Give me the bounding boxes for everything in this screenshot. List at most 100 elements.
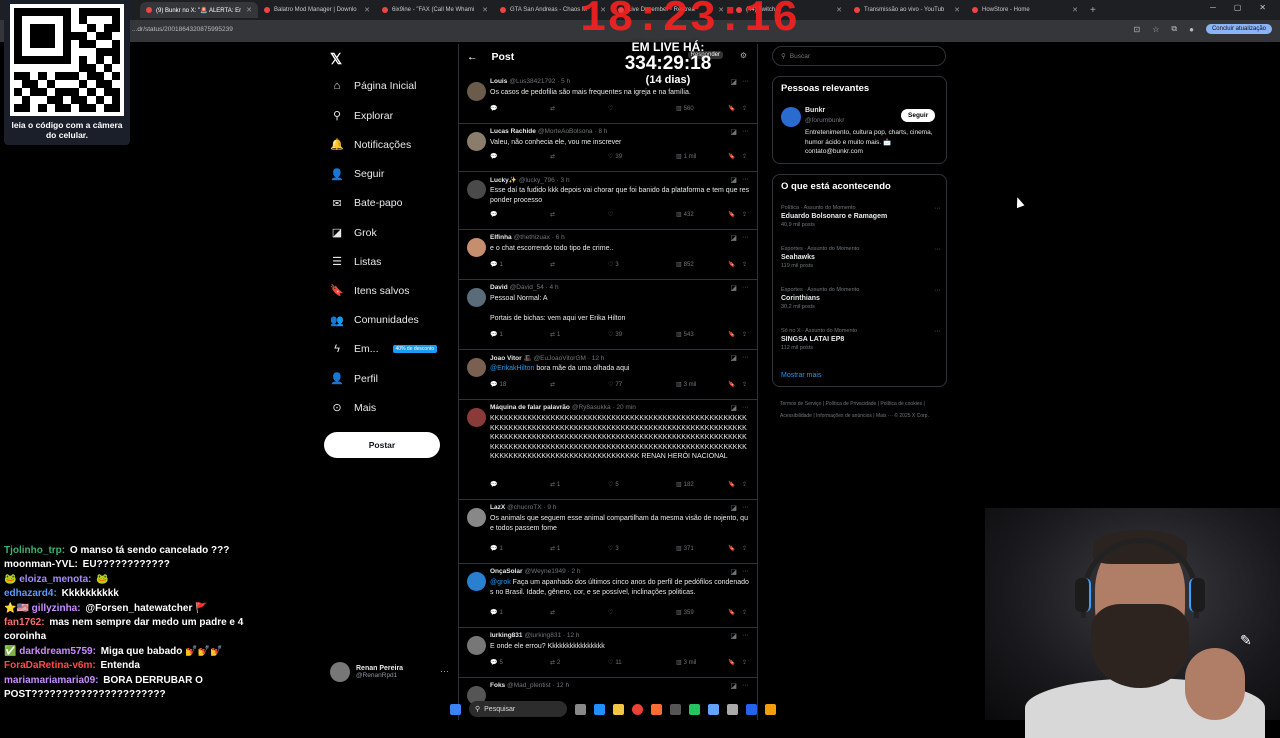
mention-link[interactable]: @ErikakHilton (490, 365, 534, 372)
reply-action[interactable]: 💬 1 (490, 609, 503, 617)
avatar[interactable] (467, 358, 486, 377)
folder-icon[interactable] (613, 703, 624, 715)
tweet-author[interactable]: Máquina de falar palavrão (490, 404, 570, 411)
like-action[interactable]: ♡ 77 (608, 381, 622, 389)
grok-icon[interactable]: ◪ (730, 682, 737, 690)
views-action[interactable]: ▥ 1 mil (676, 153, 696, 161)
x-logo-icon[interactable]: 𝕏 (330, 50, 342, 68)
account-switcher[interactable]: Renan Pereira @RenanRpd1 ··· (330, 662, 449, 682)
avatar[interactable] (467, 288, 486, 307)
url-field[interactable]: ...dr/status/2001864320875995239 (132, 26, 233, 33)
more-dots-icon[interactable]: ··· (934, 328, 941, 335)
sidebar-item[interactable]: ⌂ Página Inicial (330, 80, 417, 92)
sidebar-item[interactable]: ◪ Grok (330, 226, 377, 240)
relevant-name[interactable]: Bunkr (805, 107, 825, 114)
tweet-author[interactable]: Joao Vitor 🎩 (490, 355, 532, 362)
views-action[interactable]: ▥ 560 (676, 105, 694, 113)
reply-action[interactable]: 💬 18 (490, 381, 506, 389)
bookmark-icon[interactable]: 🔖 (728, 211, 735, 218)
sidebar-item[interactable]: ϟ Em... 40% de desconto (330, 343, 438, 355)
extensions-icon[interactable]: ⧉ (1171, 24, 1177, 34)
like-action[interactable]: ♡ (608, 105, 615, 112)
retweet-action[interactable]: ⇄ 2 (550, 659, 560, 667)
reply-action[interactable]: 💬 (490, 153, 499, 160)
avatar[interactable] (781, 107, 801, 127)
trend-item[interactable]: Política · Assunto do Momento Eduardo Bol… (781, 205, 941, 228)
grok-icon[interactable]: ◪ (730, 128, 737, 136)
more-dots-icon[interactable]: ··· (742, 632, 749, 639)
more-dots-icon[interactable]: ··· (742, 284, 749, 291)
play-icon[interactable] (689, 703, 700, 715)
profile-avatar-icon[interactable]: ● (1189, 25, 1194, 34)
views-action[interactable]: ▥ 182 (676, 481, 694, 489)
avatar[interactable] (467, 508, 486, 527)
tweet[interactable]: OnçaSolar @Weyne1949 · 2 h ◪ ··· @grok Faça … (459, 564, 757, 628)
sidebar-item[interactable]: ⚲ Explorar (330, 109, 393, 123)
reply-action[interactable]: 💬 (490, 211, 499, 218)
avatar[interactable] (467, 408, 486, 427)
share-icon[interactable]: ⇪ (742, 211, 747, 218)
more-dots-icon[interactable]: ··· (742, 504, 749, 511)
post-button[interactable]: Postar (324, 432, 440, 458)
share-icon[interactable]: ⇪ (742, 261, 747, 268)
close-tab-icon[interactable]: ✕ (482, 6, 488, 14)
bookmark-icon[interactable]: 🔖 (728, 481, 735, 488)
avatar[interactable] (467, 238, 486, 257)
close-tab-icon[interactable]: ✕ (364, 6, 370, 14)
reply-action[interactable]: 💬 (490, 105, 499, 112)
grok-icon[interactable]: ◪ (730, 632, 737, 640)
views-action[interactable]: ▥ 432 (676, 211, 694, 219)
more-dots-icon[interactable]: ··· (742, 234, 749, 241)
bookmark-star-icon[interactable]: ☆ (1152, 25, 1159, 34)
grok-icon[interactable]: ◪ (730, 234, 737, 242)
share-icon[interactable]: ⇪ (742, 153, 747, 160)
maximize-icon[interactable]: ▢ (1234, 3, 1242, 12)
bookmark-icon[interactable]: 🔖 (728, 659, 735, 666)
show-more-link[interactable]: Mostrar mais (781, 372, 821, 379)
retweet-action[interactable]: ⇄ 1 (550, 545, 560, 553)
more-dots-icon[interactable]: ··· (742, 176, 749, 183)
like-action[interactable]: ♡ (608, 211, 615, 218)
share-icon[interactable]: ⇪ (742, 545, 747, 552)
share-icon[interactable]: ⇪ (742, 381, 747, 388)
views-action[interactable]: ▥ 3 mil (676, 659, 696, 667)
browser-tab[interactable]: Transmissão ao vivo - YouTub ✕ (848, 2, 966, 18)
like-action[interactable]: ♡ 3 (608, 545, 619, 553)
windows-start-icon[interactable] (450, 703, 461, 715)
minimize-icon[interactable]: ─ (1210, 3, 1216, 12)
share-icon[interactable]: ⇪ (742, 609, 747, 616)
reply-action[interactable]: 💬 1 (490, 261, 503, 269)
browser-tab[interactable]: Balatro Mod Manager | Downlo ✕ (258, 2, 376, 18)
avatar[interactable] (467, 572, 486, 591)
avatar[interactable] (467, 82, 486, 101)
tweet-author[interactable]: Lucky✨ (490, 177, 517, 184)
more-dots-icon[interactable]: ··· (934, 205, 941, 212)
more-dots-icon[interactable]: ··· (742, 568, 749, 575)
chrome-icon[interactable] (632, 703, 643, 715)
more-dots-icon[interactable]: ··· (742, 128, 749, 135)
tweet-author[interactable]: lurking831 (490, 632, 523, 639)
search-input[interactable]: ⚲ Buscar (772, 46, 946, 66)
task-view-icon[interactable] (575, 703, 586, 715)
reply-action[interactable]: 💬 1 (490, 331, 503, 339)
retweet-action[interactable]: ⇄ (550, 609, 557, 616)
like-action[interactable]: ♡ 39 (608, 153, 622, 161)
avatar[interactable] (467, 132, 486, 151)
grok-icon[interactable]: ◪ (730, 504, 737, 512)
like-action[interactable]: ♡ 3 (608, 261, 619, 269)
retweet-action[interactable]: ⇄ (550, 153, 557, 160)
sidebar-item[interactable]: 👤 Perfil (330, 372, 378, 386)
tweet[interactable]: LazX @chucroTX · 9 h ◪ ··· Os animals que se… (459, 500, 757, 564)
taskbar-search[interactable]: ⚲ Pesquisar (469, 701, 567, 717)
avatar[interactable] (467, 636, 486, 655)
more-dots-icon[interactable]: ··· (742, 404, 749, 411)
grok-icon[interactable]: ◪ (730, 176, 737, 184)
more-dots-icon[interactable]: ··· (440, 666, 449, 676)
tweet[interactable]: Lucky✨ @lucky_796 · 3 h ◪ ··· Esse daí ta fu… (459, 172, 757, 230)
app-icon[interactable] (670, 703, 681, 715)
reply-action[interactable]: 💬 (490, 481, 499, 488)
mention-link[interactable]: @grok (490, 579, 511, 586)
sidebar-item[interactable]: ⊙ Mais (330, 401, 376, 415)
tweet[interactable]: Elfinha @thethizuax · 6 h ◪ ··· e o chat esc… (459, 230, 757, 280)
views-action[interactable]: ▥ 852 (676, 261, 694, 269)
